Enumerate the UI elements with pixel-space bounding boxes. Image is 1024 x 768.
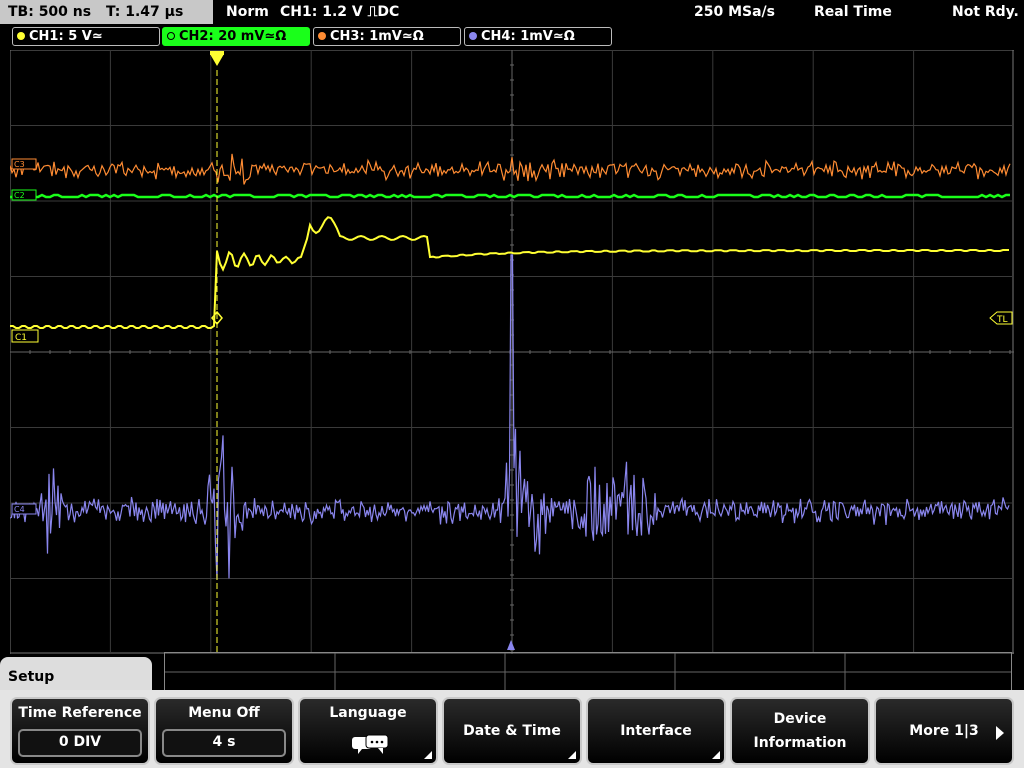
- trigger-source[interactable]: CH1: 1.2 V ⎍DC: [280, 0, 399, 24]
- acquisition-status: Not Rdy.: [952, 4, 1019, 20]
- channel-tab-ch2[interactable]: CH2: 20 mV≃Ω: [162, 27, 310, 46]
- svg-text:C3: C3: [14, 160, 25, 169]
- right-arrow-icon: [996, 726, 1004, 740]
- language-button[interactable]: Language: [298, 697, 438, 765]
- submenu-corner-icon: [568, 751, 576, 759]
- trigger-time-readout: T: 1.47 µs: [105, 4, 184, 20]
- submenu-corner-icon: [424, 751, 432, 759]
- date-time-button[interactable]: Date & Time: [442, 697, 582, 765]
- channel-tab-ch1[interactable]: CH1: 5 V≃: [12, 27, 160, 46]
- trigger-mode[interactable]: Norm: [226, 0, 269, 24]
- ch2-marker[interactable]: C2: [11, 189, 37, 201]
- ch3-dot-icon: [318, 31, 326, 40]
- device-information-button[interactable]: Device Information: [730, 697, 870, 765]
- menu-off-value: 4 s: [162, 729, 286, 757]
- ch4-marker[interactable]: C4: [11, 503, 37, 515]
- status-bar: Norm CH1: 1.2 V ⎍DC 250 MSa/s Real Time …: [216, 0, 1024, 24]
- svg-text:C2: C2: [14, 191, 25, 200]
- channel-tab-ch4[interactable]: CH4: 1mV≃Ω: [464, 27, 612, 46]
- menu-off-button[interactable]: Menu Off 4 s: [154, 697, 294, 765]
- ch2-waveform: [10, 193, 1010, 199]
- ch3-marker[interactable]: C3: [11, 158, 37, 170]
- channel-tab-ch3[interactable]: CH3: 1mV≃Ω: [313, 27, 461, 46]
- ch3-waveform: [10, 153, 1011, 185]
- ch1-dot-icon: [17, 31, 25, 40]
- zoom-overview-grid: [164, 652, 1012, 692]
- interface-button[interactable]: Interface: [586, 697, 726, 765]
- speech-bubble-icon: [352, 734, 389, 754]
- acquisition-mode: Real Time: [814, 4, 892, 20]
- submenu-corner-icon: [712, 751, 720, 759]
- ch4-dot-icon: [469, 31, 477, 40]
- ch2-dot-icon: [167, 31, 175, 40]
- ch4-waveform: [10, 254, 1010, 580]
- time-reference-button[interactable]: Time Reference 0 DIV: [10, 697, 150, 765]
- waveform-display[interactable]: C1 C2 C3 C4 TL: [10, 50, 1014, 654]
- ch1-waveform: [10, 216, 1009, 329]
- more-button[interactable]: More 1|3: [874, 697, 1014, 765]
- ch4-trigger-marker-icon: [507, 640, 515, 650]
- svg-text:C1: C1: [15, 333, 27, 343]
- svg-text:TL: TL: [996, 315, 1008, 325]
- trigger-level-marker[interactable]: TL: [989, 311, 1013, 325]
- sample-rate: 250 MSa/s: [694, 4, 776, 20]
- time-reference-value: 0 DIV: [18, 729, 142, 757]
- ch1-marker[interactable]: C1: [11, 329, 39, 343]
- svg-text:C4: C4: [14, 505, 25, 514]
- timebase-box[interactable]: TB: 500 ns T: 1.47 µs: [0, 0, 213, 24]
- grid: [10, 50, 1014, 654]
- timebase-readout: TB: 500 ns: [8, 4, 92, 20]
- trigger-position-icon[interactable]: [210, 54, 224, 66]
